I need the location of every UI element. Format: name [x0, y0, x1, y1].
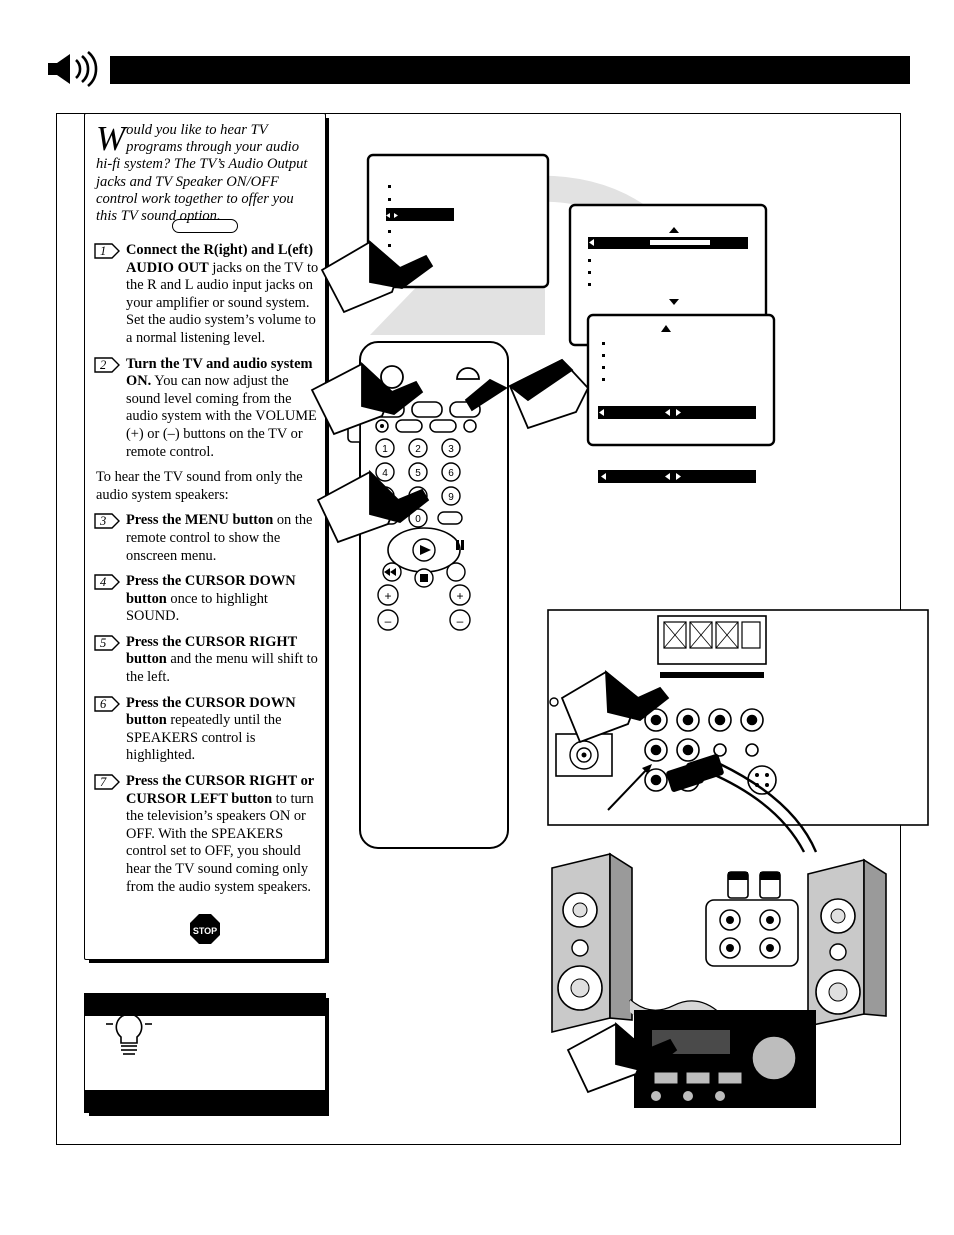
remote-channel-down: –	[457, 614, 464, 628]
step-number-7: 7	[100, 775, 107, 790]
divider-pill	[172, 219, 238, 233]
remote-key-3: 3	[448, 444, 454, 455]
step-3: 3 Press the MENU button on the remote co…	[94, 512, 324, 565]
stop-sign-icon: STOP	[189, 913, 221, 945]
remote-key-0: 0	[415, 514, 421, 525]
step-number-6: 6	[100, 696, 107, 711]
step-number-badge-5: 5	[94, 635, 120, 651]
step-number-badge-7: 7	[94, 774, 120, 790]
intro-dropcap: W	[96, 119, 126, 158]
step-number-badge-6: 6	[94, 695, 120, 712]
tv-menu-screen-3	[586, 313, 776, 447]
header-title-bar	[110, 56, 910, 84]
step-number-5: 5	[100, 635, 107, 650]
step-2: 2 Turn the TV and audio system ON. You c…	[94, 356, 324, 462]
step-list: 1 Connect the R(ight) and L(eft) AUDIO O…	[94, 242, 324, 904]
manual-page: Would you like to hear TV programs throu…	[0, 0, 954, 1235]
remote-channel-up: +	[456, 589, 463, 603]
step-4: 4 Press the CURSOR DOWN button once to h…	[94, 573, 324, 626]
tip-box	[84, 993, 326, 1113]
step-number-3: 3	[100, 514, 107, 529]
intro-paragraph: Would you like to hear TV programs throu…	[96, 119, 318, 225]
remote-key-2: 2	[415, 444, 421, 455]
step-1: 1 Connect the R(ight) and L(eft) AUDIO O…	[94, 242, 324, 348]
remote-key-4: 4	[382, 468, 388, 479]
remote-volume-up: +	[384, 589, 391, 603]
tv-rear-panel	[547, 609, 929, 853]
lightbulb-icon	[103, 1002, 155, 1062]
remote-key-5: 5	[415, 468, 421, 479]
remote-key-6: 6	[448, 468, 454, 479]
step-number-2: 2	[100, 357, 107, 372]
remote-key-1: 1	[382, 444, 388, 455]
step-number-1: 1	[100, 244, 107, 258]
stop-sign-label: STOP	[193, 926, 217, 936]
step-number-badge-2: 2	[94, 356, 120, 373]
step-6: 6 Press the CURSOR DOWN button repeatedl…	[94, 695, 324, 765]
interstitial-text: To hear the TV sound from only the audio…	[96, 469, 303, 503]
remote-key-9: 9	[448, 492, 454, 503]
amplifier-input-panel	[705, 871, 799, 967]
intro-text: ould you like to hear TV programs throug…	[96, 122, 308, 225]
step-number-badge-4: 4	[94, 574, 120, 590]
speaker-left	[551, 852, 633, 1034]
illustration-area: 1 2 3 4 5 6 7 8 9 0	[310, 153, 929, 1108]
tip-box-body	[85, 1090, 325, 1112]
step-5: 5 Press the CURSOR RIGHT button and the …	[94, 634, 324, 687]
remote-volume-down: –	[385, 614, 392, 628]
speaker-right	[807, 858, 887, 1027]
stop-icon	[420, 574, 428, 582]
step-2-rest: You can now adjust the sound level comin…	[126, 373, 317, 460]
step-number-badge-1: 1	[94, 243, 120, 259]
receiver-volume-knob	[751, 1035, 797, 1081]
step-number-4: 4	[100, 575, 107, 590]
tv-menu-status-bar	[598, 470, 756, 483]
speaker-mute-icon	[44, 50, 102, 88]
step-7: 7 Press the CURSOR RIGHT or CURSOR LEFT …	[94, 773, 324, 896]
step-3-bold: Press the MENU button	[126, 512, 274, 529]
step-number-badge-3: 3	[94, 513, 120, 530]
